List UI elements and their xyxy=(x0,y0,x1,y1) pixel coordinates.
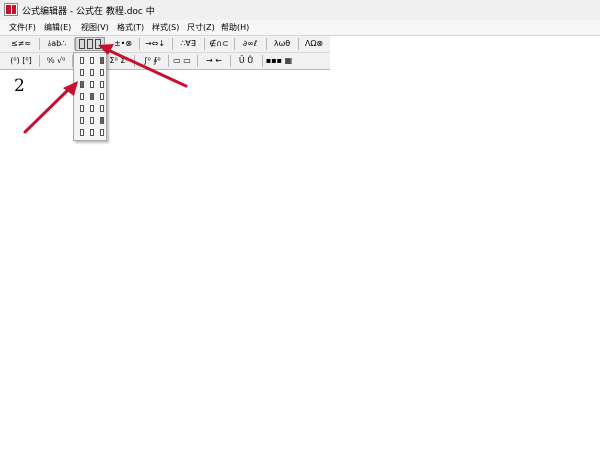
embellishment-option[interactable] xyxy=(87,80,96,89)
arrow-to-palette-option-icon xyxy=(23,81,78,134)
menu-style[interactable]: 样式(S) xyxy=(152,22,179,33)
embellishment-palette-dropdown xyxy=(73,52,107,141)
toolbar-separator xyxy=(262,55,263,67)
embellishment-option[interactable] xyxy=(77,80,86,89)
title-bar: 公式编辑器 - 公式在 教程.doc 中 xyxy=(0,0,600,21)
toolbar-separator xyxy=(39,55,40,67)
matrix-templates-button[interactable]: ▪▪▪ ▦ xyxy=(264,54,294,68)
misc-symbols-palette-button[interactable]: ∂∞ℓ xyxy=(235,37,265,51)
embellishment-option[interactable] xyxy=(97,56,106,65)
embellishment-option[interactable] xyxy=(77,116,86,125)
toolbar-separator xyxy=(134,55,135,67)
logic-palette-button[interactable]: ∴∀∃ xyxy=(173,37,203,51)
operators-palette-button[interactable]: ±•⊗ xyxy=(108,37,138,51)
embellishment-option[interactable] xyxy=(77,128,86,137)
summation-templates-button[interactable]: Σ⁰ Σ⁰ xyxy=(108,54,130,68)
embellishment-option[interactable] xyxy=(97,92,106,101)
menu-view[interactable]: 视图(V) xyxy=(81,22,109,33)
labeled-arrow-templates-button[interactable]: → ← xyxy=(200,54,228,68)
embellishment-option[interactable] xyxy=(87,56,96,65)
window-title: 公式编辑器 - 公式在 教程.doc 中 xyxy=(22,7,155,17)
symbol-toolbar: ≤≠≈ ⫰ab∴ ±•⊗ →⇔↓ ∴∀∃ ∉∩⊂ ∂∞ℓ λωθ ΛΩ⊗ xyxy=(0,36,330,53)
embellishment-option[interactable] xyxy=(97,104,106,113)
menu-help[interactable]: 帮助(H) xyxy=(221,22,249,33)
template-toolbar: (⁰) [⁰] ⁰⁄₀ √⁰ Σ⁰ Σ⁰ ∫⁰ ∮⁰ ▭ ▭ → ← Ū Ů ▪… xyxy=(0,53,330,70)
toolbar-separator xyxy=(230,55,231,67)
embellishment-option[interactable] xyxy=(97,80,106,89)
product-templates-button[interactable]: Ū Ů xyxy=(232,54,260,68)
menu-bar: 文件(F) 编辑(E) 视图(V) 格式(T) 样式(S) 尺寸(Z) 帮助(H… xyxy=(0,20,600,36)
greek-upper-palette-button[interactable]: ΛΩ⊗ xyxy=(299,37,329,51)
embellishment-option[interactable] xyxy=(77,92,86,101)
fence-templates-button[interactable]: (⁰) [⁰] xyxy=(6,54,36,68)
embellishment-option[interactable] xyxy=(97,128,106,137)
embellishment-option[interactable] xyxy=(97,68,106,77)
equation-content[interactable]: 2 xyxy=(14,76,25,96)
embellishment-option[interactable] xyxy=(87,104,96,113)
relations-palette-button[interactable]: ≤≠≈ xyxy=(6,37,36,51)
embellishment-option[interactable] xyxy=(77,104,86,113)
embellishment-option[interactable] xyxy=(77,68,86,77)
set-theory-palette-button[interactable]: ∉∩⊂ xyxy=(205,37,233,51)
menu-size[interactable]: 尺寸(Z) xyxy=(187,22,215,33)
embellishments-palette-button[interactable] xyxy=(75,37,105,51)
embellishment-option[interactable] xyxy=(97,116,106,125)
underbar-overbar-templates-button[interactable]: ▭ ▭ xyxy=(170,54,194,68)
integral-templates-button[interactable]: ∫⁰ ∮⁰ xyxy=(138,54,166,68)
fraction-radical-templates-button[interactable]: ⁰⁄₀ √⁰ xyxy=(42,54,70,68)
embellishment-option[interactable] xyxy=(77,56,86,65)
menu-edit[interactable]: 编辑(E) xyxy=(44,22,71,33)
spaces-palette-button[interactable]: ⫰ab∴ xyxy=(42,37,72,51)
greek-lower-palette-button[interactable]: λωθ xyxy=(267,37,297,51)
embellishment-option[interactable] xyxy=(87,68,96,77)
embellishment-glyph-icon xyxy=(87,38,93,49)
embellishment-option[interactable] xyxy=(87,128,96,137)
embellishment-option[interactable] xyxy=(87,92,96,101)
app-icon[interactable] xyxy=(4,3,18,16)
toolbar-separator xyxy=(39,38,40,50)
toolbar-separator xyxy=(168,55,169,67)
arrows-palette-button[interactable]: →⇔↓ xyxy=(140,37,170,51)
embellishment-option[interactable] xyxy=(87,116,96,125)
embellishment-glyph-icon xyxy=(95,38,101,49)
menu-file[interactable]: 文件(F) xyxy=(9,22,36,33)
toolbar-separator xyxy=(197,55,198,67)
embellishment-glyph-icon xyxy=(79,38,85,49)
menu-format[interactable]: 格式(T) xyxy=(117,22,144,33)
